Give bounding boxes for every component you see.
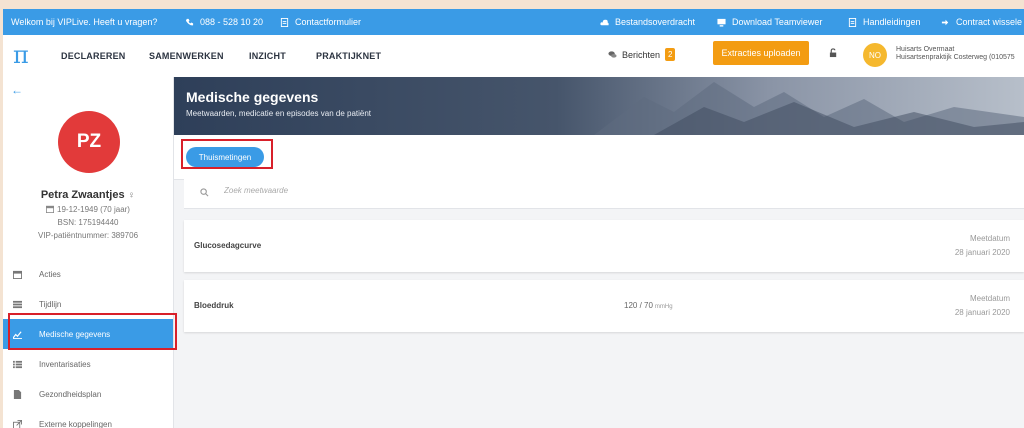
nav-declareren[interactable]: DECLAREREN [61, 51, 126, 61]
user-avatar[interactable]: NO [863, 43, 887, 67]
measurement-value: 120 / 70 [624, 301, 653, 310]
handleidingen-link[interactable]: Handleidingen [848, 17, 921, 27]
patient-sidebar: ← PZ Petra Zwaantjes ♀ 19-12-1949 (70 ja… [3, 77, 174, 428]
phone-number: 088 - 528 10 20 [200, 17, 264, 27]
user-practice: Huisartsenpraktijk Costerweg (010575 [896, 54, 1015, 61]
menu-item-label: Externe koppelingen [39, 419, 112, 428]
handleidingen-label: Handleidingen [863, 17, 921, 27]
sign-in-icon [941, 19, 949, 25]
app-logo[interactable]: π [13, 43, 29, 67]
calendar-icon [46, 205, 55, 213]
cloud-upload-icon [600, 19, 609, 25]
search-input[interactable] [222, 185, 626, 196]
measurement-name: Bloeddruk [194, 301, 234, 310]
patient-bsn: BSN: 175194440 [57, 218, 119, 227]
measurement-name: Glucosedagcurve [194, 241, 262, 250]
measurement-value-row: 120 / 70 mmHg [624, 301, 673, 310]
menu-item-acties[interactable]: Acties [3, 259, 173, 289]
menu-item-externe-koppelingen[interactable]: Externe koppelingen [3, 409, 173, 428]
patient-name: Petra Zwaantjes [40, 189, 125, 201]
bestandsoverdracht-label: Bestandsoverdracht [615, 17, 696, 27]
mountain-background [594, 82, 1024, 135]
berichten-count-badge: 2 [665, 48, 676, 61]
page-header: Medische gegevens Meetwaarden, medicatie… [174, 77, 1024, 135]
document-icon [848, 17, 857, 27]
back-arrow-icon[interactable]: ← [11, 83, 23, 97]
list-icon [13, 300, 22, 308]
calendar-icon [13, 270, 22, 279]
search-icon [200, 188, 209, 197]
phone-icon [185, 18, 194, 25]
patient-dob: 19-12-1949 (70 jaar) [57, 205, 130, 214]
extracties-uploaden-button[interactable]: Extracties uploaden [713, 41, 809, 65]
menu-item-label: Inventarisaties [39, 359, 91, 369]
patient-name-row: Petra Zwaantjes ♀ [3, 189, 173, 201]
nav-samenwerken[interactable]: SAMENWERKEN [149, 51, 224, 61]
unlock-icon[interactable] [829, 48, 838, 58]
user-info[interactable]: Huisarts Overmaat Huisartsenpraktijk Cos… [896, 46, 1015, 62]
chat-icon [608, 51, 617, 58]
top-info-bar: Welkom bij VIPLive. Heeft u vragen? 088 … [3, 9, 1024, 35]
menu-item-inventarisaties[interactable]: Inventarisaties [3, 349, 173, 379]
measurement-date-block: Meetdatum 28 januari 2020 [955, 292, 1010, 320]
patient-dob-row: 19-12-1949 (70 jaar) [3, 205, 173, 214]
user-name: Huisarts Overmaat [896, 46, 955, 53]
measurement-date-block: Meetdatum 28 januari 2020 [955, 232, 1010, 260]
phone-link[interactable]: 088 - 528 10 20 [185, 17, 263, 27]
berichten-label: Berichten [622, 49, 661, 60]
contract-link[interactable]: Contract wissele [941, 17, 1022, 27]
bestandsoverdracht-link[interactable]: Bestandsoverdracht [600, 17, 695, 27]
monitor-icon [717, 18, 726, 27]
main-nav: π DECLAREREN SAMENWERKEN INZICHT PRAKTIJ… [3, 35, 1024, 78]
checklist-icon [13, 360, 22, 368]
document-icon [13, 389, 22, 399]
measurement-card-glucosedagcurve[interactable]: Glucosedagcurve Meetdatum 28 januari 202… [184, 220, 1024, 272]
measurement-card-bloeddruk[interactable]: Bloeddruk 120 / 70 mmHg Meetdatum 28 janu… [184, 280, 1024, 332]
highlight-box-thuismetingen [181, 139, 273, 169]
welcome-text: Welkom bij VIPLive. Heeft u vragen? [11, 17, 158, 27]
female-icon: ♀ [127, 190, 136, 201]
menu-item-label: Gezondheidsplan [39, 389, 102, 399]
contact-label: Contactformulier [295, 17, 362, 27]
teamviewer-label: Download Teamviewer [732, 17, 823, 27]
page-subtitle: Meetwaarden, medicatie en episodes van d… [186, 109, 372, 118]
nav-praktijknet[interactable]: PRAKTIJKNET [316, 51, 381, 61]
patient-avatar: PZ [58, 111, 120, 173]
measurement-unit: mmHg [654, 304, 673, 310]
search-bar [184, 178, 1024, 209]
measurement-date-label: Meetdatum [969, 294, 1010, 303]
patient-vip-number: VIP-patiëntnummer: 389706 [37, 231, 139, 240]
menu-item-label: Acties [39, 269, 61, 279]
highlight-box-medische-gegevens [8, 313, 177, 350]
measurement-date: 28 januari 2020 [954, 308, 1010, 317]
measurement-date: 28 januari 2020 [954, 248, 1010, 257]
page-title: Medische gegevens [186, 89, 319, 105]
contract-label: Contract wissele [956, 17, 1023, 27]
berichten-button[interactable]: Berichten 2 [608, 48, 676, 61]
menu-item-gezondheidsplan[interactable]: Gezondheidsplan [3, 379, 173, 409]
measurement-date-label: Meetdatum [969, 234, 1010, 243]
nav-inzicht[interactable]: INZICHT [249, 51, 286, 61]
contact-link[interactable]: Contactformulier [280, 17, 361, 27]
form-icon [280, 17, 289, 27]
teamviewer-link[interactable]: Download Teamviewer [717, 17, 822, 27]
menu-item-label: Tijdlijn [39, 299, 62, 309]
tab-bar: Thuismetingen [174, 135, 1024, 180]
external-link-icon [13, 419, 22, 428]
app-frame: Welkom bij VIPLive. Heeft u vragen? 088 … [3, 9, 1024, 428]
